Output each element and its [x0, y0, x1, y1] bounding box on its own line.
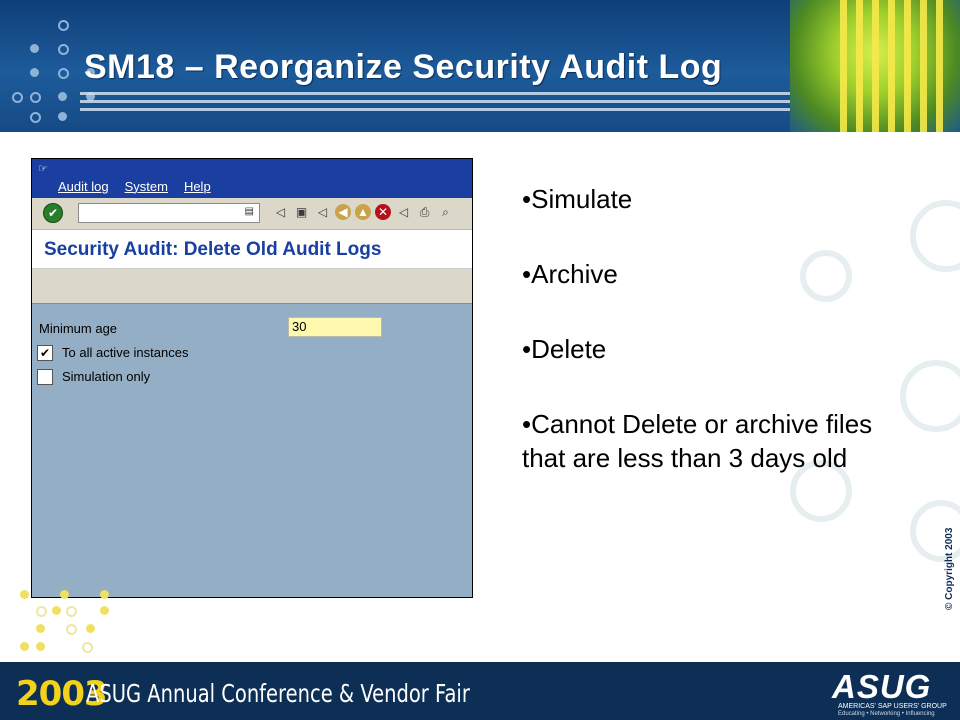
- application-toolbar: [32, 269, 472, 304]
- all-instances-checkbox[interactable]: ✔: [37, 345, 53, 361]
- bullet-cannot-delete: •Cannot Delete or archive files that are…: [522, 409, 873, 473]
- header-graphic: [790, 0, 960, 132]
- print-icon[interactable]: ⎙: [416, 203, 433, 221]
- screen-title-bar: Security Audit: Delete Old Audit Logs: [32, 230, 472, 269]
- system-menu-icon[interactable]: ☞: [38, 162, 52, 175]
- slide-footer: 2003 ASUG Annual Conference & Vendor Fai…: [0, 662, 960, 720]
- menu-system[interactable]: System: [125, 179, 168, 194]
- bullet-archive: •Archive: [522, 259, 618, 289]
- decorative-dots-bottom: [16, 588, 116, 658]
- slide-header: SM18 – Reorganize Security Audit Log: [0, 0, 960, 132]
- menu-audit-log[interactable]: Audit log: [58, 179, 109, 194]
- all-instances-label: To all active instances: [62, 345, 189, 360]
- find-icon[interactable]: ⌕: [437, 203, 454, 221]
- screen-title: Security Audit: Delete Old Audit Logs: [44, 239, 382, 260]
- separator-arrow-icon: ◁: [275, 205, 286, 219]
- bullet-list: •Simulate •Archive •Delete •Cannot Delet…: [522, 182, 902, 516]
- simulation-only-label: Simulation only: [62, 369, 151, 384]
- minimum-age-input[interactable]: 30: [288, 317, 382, 337]
- asug-logo: ASUG AMERICAS' SAP USERS' GROUP Educatin…: [832, 668, 947, 717]
- bullet-simulate: •Simulate: [522, 184, 633, 214]
- history-icon[interactable]: ▤: [245, 206, 254, 217]
- copyright-notice: © Copyright 2003: [944, 527, 955, 610]
- save-icon[interactable]: ▣: [293, 203, 310, 221]
- separator-arrow-icon: ◁: [317, 205, 328, 219]
- command-field[interactable]: ▤: [78, 203, 260, 223]
- sap-window: ☞ Audit log System Help ✔ ▤ ◁ ▣ ◁ ◀ ▲ ✕ …: [31, 158, 473, 598]
- footer-conference-name: ASUG Annual Conference & Vendor Fair: [86, 679, 470, 708]
- cancel-icon[interactable]: ✕: [375, 204, 391, 220]
- exit-icon[interactable]: ▲: [355, 204, 371, 220]
- menu-help[interactable]: Help: [184, 179, 211, 194]
- sap-standard-toolbar: ✔ ▤ ◁ ▣ ◁ ◀ ▲ ✕ ◁ ⎙ ⌕: [32, 198, 472, 230]
- enter-icon[interactable]: ✔: [43, 203, 63, 223]
- slide-title: SM18 – Reorganize Security Audit Log: [84, 48, 723, 86]
- back-icon[interactable]: ◀: [335, 204, 351, 220]
- bullet-delete: •Delete: [522, 334, 607, 364]
- simulation-only-checkbox[interactable]: [37, 369, 53, 385]
- sap-menu-bar: ☞ Audit log System Help: [32, 159, 472, 198]
- separator-arrow-icon: ◁: [398, 205, 409, 219]
- minimum-age-label: Minimum age: [39, 321, 118, 336]
